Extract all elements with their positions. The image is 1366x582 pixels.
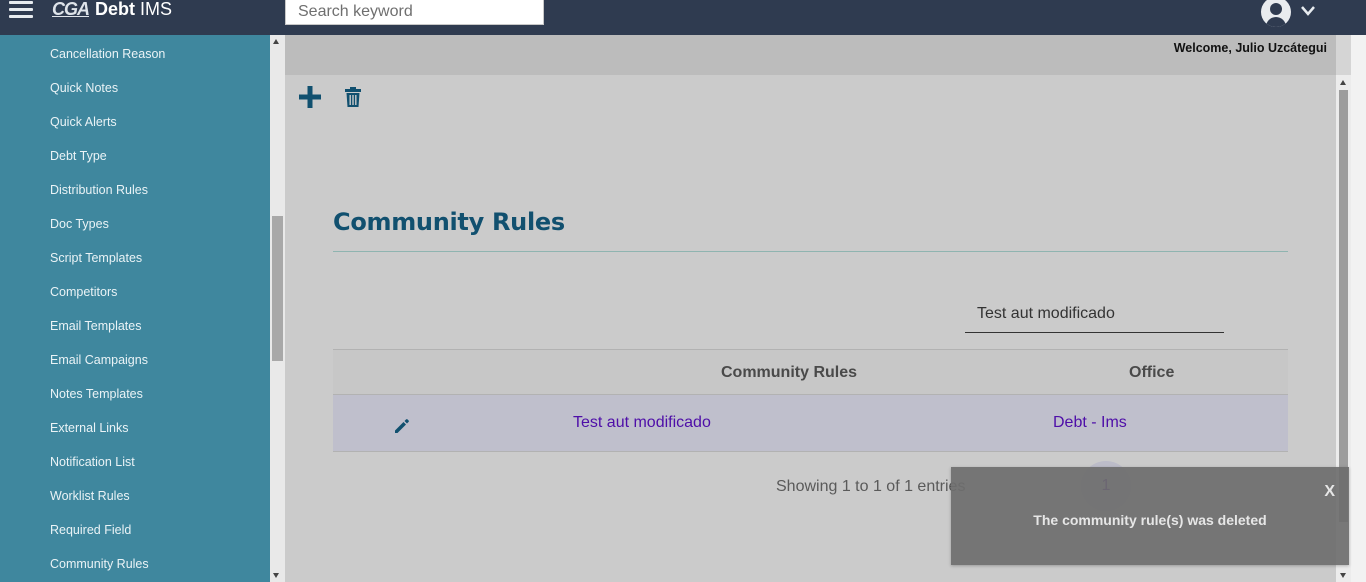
community-rules-table: Community Rules Office Test aut modifica… <box>333 349 1288 452</box>
app-name-bold: Debt <box>95 0 135 19</box>
cell-community-rule[interactable]: Test aut modificado <box>573 414 711 432</box>
sidebar-scroll-thumb[interactable] <box>272 216 283 361</box>
sidebar-item-email-templates[interactable]: Email Templates <box>50 319 141 333</box>
sidebar-item-distribution-rules[interactable]: Distribution Rules <box>50 183 148 197</box>
sidebar-item-external-links[interactable]: External Links <box>50 421 129 435</box>
column-header-office[interactable]: Office <box>1129 364 1174 382</box>
logo: CGA <box>52 0 90 20</box>
title-divider <box>333 251 1288 252</box>
toast-message: The community rule(s) was deleted <box>1033 512 1267 528</box>
app-name-rest: IMS <box>135 0 173 19</box>
welcome-bar: Welcome, Julio Uzcátegui <box>285 35 1336 75</box>
sidebar-item-email-campaigns[interactable]: Email Campaigns <box>50 353 148 367</box>
add-icon[interactable] <box>299 86 321 108</box>
sidebar-item-worklist-rules[interactable]: Worklist Rules <box>50 489 130 503</box>
sidebar-scrollbar[interactable] <box>270 35 285 582</box>
scroll-down-arrow-icon[interactable] <box>273 573 279 578</box>
trash-icon[interactable] <box>345 87 361 107</box>
app-name: Debt IMS <box>95 0 172 20</box>
page-title: Community Rules <box>333 208 565 236</box>
sidebar-item-community-rules[interactable]: Community Rules <box>50 557 149 571</box>
search-input[interactable] <box>285 0 544 25</box>
sidebar-item-notes-templates[interactable]: Notes Templates <box>50 387 143 401</box>
entries-info: Showing 1 to 1 of 1 entries <box>776 478 966 495</box>
top-bar: CGA Debt IMS <box>0 0 1366 35</box>
scroll-up-arrow-icon[interactable] <box>273 39 279 44</box>
sidebar-item-quick-notes[interactable]: Quick Notes <box>50 81 118 95</box>
column-header-community-rules[interactable]: Community Rules <box>721 364 857 382</box>
logo-text: CGA <box>52 0 90 19</box>
sidebar-item-cancellation-reason[interactable]: Cancellation Reason <box>50 47 165 61</box>
scroll-up-arrow-icon[interactable] <box>1340 80 1346 85</box>
sidebar-item-quick-alerts[interactable]: Quick Alerts <box>50 115 117 129</box>
search-filter-input[interactable] <box>965 295 1224 333</box>
sidebar-item-doc-types[interactable]: Doc Types <box>50 217 109 231</box>
pencil-edit-icon[interactable] <box>393 417 411 435</box>
welcome-text: Welcome, Julio Uzcátegui <box>1173 41 1327 55</box>
toast-close-button[interactable]: X <box>1324 483 1335 501</box>
sidebar: Cancellation Reason Quick Notes Quick Al… <box>0 35 270 582</box>
chevron-down-icon[interactable] <box>1300 4 1316 18</box>
user-avatar-icon[interactable] <box>1261 0 1291 27</box>
table-row[interactable]: Test aut modificado Debt - Ims <box>333 395 1288 452</box>
cell-office[interactable]: Debt - Ims <box>1053 414 1127 432</box>
sidebar-item-notification-list[interactable]: Notification List <box>50 455 135 469</box>
toast-notification: X The community rule(s) was deleted <box>951 467 1349 565</box>
menu-icon[interactable] <box>9 0 33 22</box>
window-edge <box>1351 35 1366 582</box>
sidebar-item-required-field[interactable]: Required Field <box>50 523 131 537</box>
sidebar-item-debt-type[interactable]: Debt Type <box>50 149 107 163</box>
main-scroll-thumb[interactable] <box>1339 90 1348 522</box>
scroll-down-arrow-icon[interactable] <box>1340 573 1346 578</box>
sidebar-item-competitors[interactable]: Competitors <box>50 285 117 299</box>
table-header: Community Rules Office <box>333 349 1288 395</box>
sidebar-item-script-templates[interactable]: Script Templates <box>50 251 142 265</box>
